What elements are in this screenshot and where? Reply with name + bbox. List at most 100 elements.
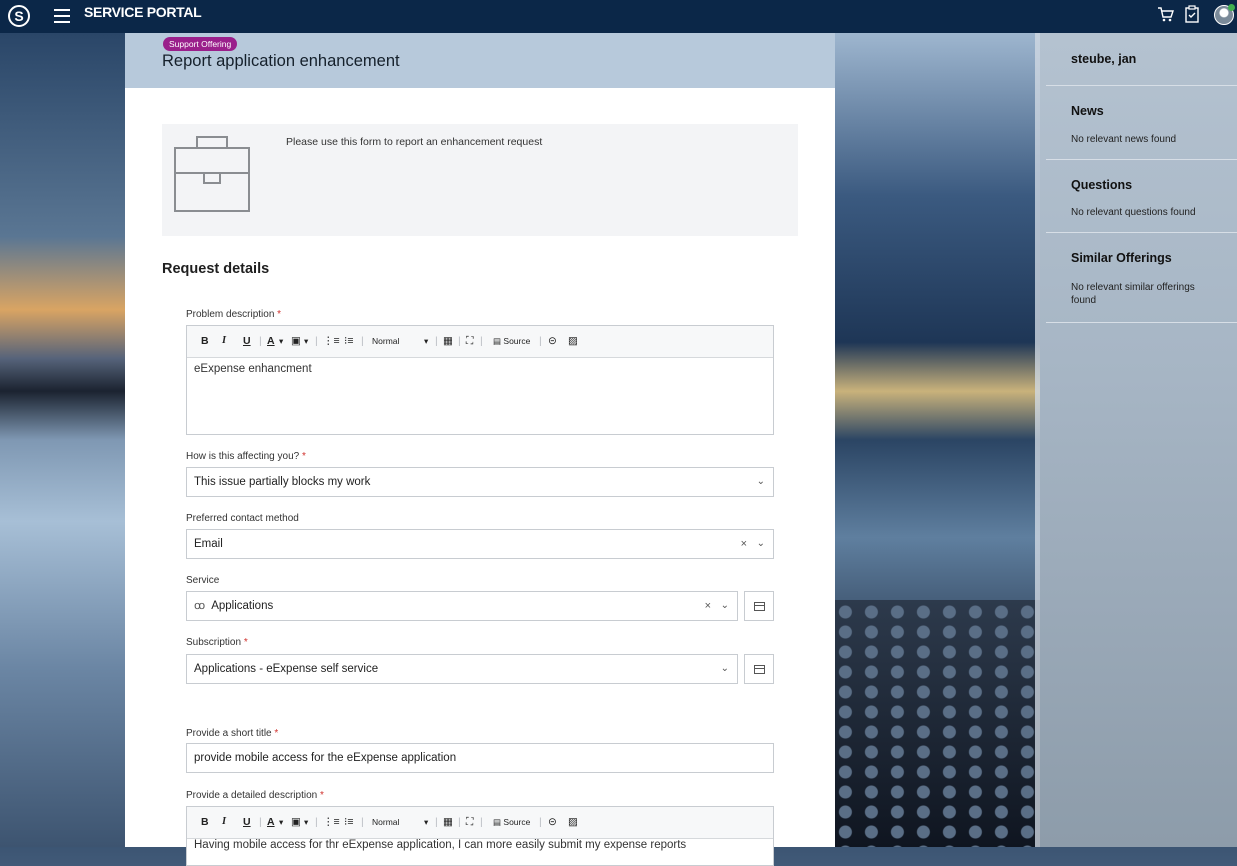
toolbar-separator: |: [435, 335, 438, 347]
problem-description-text[interactable]: eExpense enhancment: [187, 358, 773, 380]
format-dropdown[interactable]: ▾: [424, 817, 428, 828]
link-icon[interactable]: ⊝: [548, 816, 557, 828]
format-select[interactable]: Normal: [372, 336, 399, 346]
cart-icon[interactable]: [1157, 5, 1175, 25]
bulleted-list-icon[interactable]: ⁝≡: [344, 816, 353, 828]
underline-button[interactable]: U: [243, 335, 251, 347]
toolbar-separator: |: [458, 816, 461, 828]
image-icon[interactable]: ▨: [568, 335, 578, 347]
bold-button[interactable]: B: [201, 816, 209, 828]
affecting-label: How is this affecting you? *: [186, 451, 306, 462]
toolbar-separator: |: [539, 335, 542, 347]
text-color-button[interactable]: A: [267, 335, 275, 347]
source-button[interactable]: ▤ Source: [493, 336, 530, 347]
page-title: Report application enhancement: [162, 52, 400, 70]
italic-button[interactable]: I: [222, 335, 226, 346]
toolbar-separator: |: [480, 816, 483, 828]
detailed-description-label: Provide a detailed description *: [186, 790, 324, 801]
panel-separator: [1046, 232, 1237, 233]
problem-description-label: Problem description *: [186, 309, 282, 320]
subscription-lookup-button[interactable]: [744, 654, 774, 684]
list-icon: [754, 602, 765, 611]
background-color-icon[interactable]: ▣: [291, 335, 301, 347]
numbered-list-icon[interactable]: ⋮≡: [323, 816, 340, 828]
format-dropdown[interactable]: ▾: [424, 336, 428, 347]
contact-select[interactable]: Email × ⌄: [186, 529, 774, 559]
background-rocks: [835, 600, 1040, 847]
table-icon[interactable]: ▦: [443, 335, 453, 347]
similar-offerings-heading: Similar Offerings: [1071, 251, 1172, 265]
service-lookup-button[interactable]: [744, 591, 774, 621]
short-title-input[interactable]: provide mobile access for the eExpense a…: [186, 743, 774, 773]
toolbar-separator: |: [361, 816, 364, 828]
similar-offerings-text: No relevant similar offerings found: [1071, 282, 1195, 306]
italic-button[interactable]: I: [222, 816, 226, 827]
editor-toolbar: B I U | A ▾ ▣ ▾ | ⋮≡ ⁝≡ | Normal ▾ | ▦ |…: [187, 807, 773, 839]
toolbar-separator: |: [259, 816, 262, 828]
background-color-dropdown[interactable]: ▾: [304, 336, 308, 347]
chevron-down-icon[interactable]: ⌄: [721, 592, 729, 620]
questions-text: No relevant questions found: [1071, 207, 1196, 218]
user-name[interactable]: steube, jan: [1071, 52, 1136, 66]
numbered-list-icon[interactable]: ⋮≡: [323, 335, 340, 347]
contact-label: Preferred contact method: [186, 513, 299, 524]
format-select[interactable]: Normal: [372, 817, 399, 827]
image-icon[interactable]: ▨: [568, 816, 578, 828]
logo-icon[interactable]: S: [8, 5, 30, 27]
toolbar-separator: |: [361, 335, 364, 347]
chevron-down-icon[interactable]: ⌄: [721, 655, 729, 683]
subscription-select[interactable]: Applications - eExpense self service ⌄: [186, 654, 738, 684]
clear-icon[interactable]: ×: [741, 530, 747, 558]
background-left: [0, 33, 125, 847]
short-title-label: Provide a short title *: [186, 728, 279, 739]
background-color-icon[interactable]: ▣: [291, 816, 301, 828]
section-title: Request details: [162, 261, 270, 277]
presence-indicator: [1228, 4, 1235, 11]
underline-button[interactable]: U: [243, 816, 251, 828]
news-text: No relevant news found: [1071, 134, 1177, 145]
bulleted-list-icon[interactable]: ⁝≡: [344, 335, 353, 347]
service-select[interactable]: ꝏ Applications × ⌄: [186, 591, 738, 621]
portal-brand[interactable]: SERVICE PORTAL: [84, 4, 202, 20]
maximize-icon[interactable]: ⛶: [466, 816, 473, 829]
maximize-icon[interactable]: ⛶: [466, 335, 473, 348]
subscription-value: Applications - eExpense self service: [194, 663, 379, 675]
news-heading: News: [1071, 104, 1104, 118]
clear-icon[interactable]: ×: [705, 592, 711, 620]
table-icon[interactable]: ▦: [443, 816, 453, 828]
toolbar-separator: |: [435, 816, 438, 828]
detailed-description-editor[interactable]: B I U | A ▾ ▣ ▾ | ⋮≡ ⁝≡ | Normal ▾ | ▦ |…: [186, 806, 774, 866]
text-color-dropdown[interactable]: ▾: [279, 817, 283, 828]
text-color-dropdown[interactable]: ▾: [279, 336, 283, 347]
clipboard-icon[interactable]: [1183, 5, 1201, 25]
contact-value: Email: [194, 538, 223, 550]
panel-separator: [1046, 322, 1237, 323]
chevron-down-icon[interactable]: ⌄: [757, 468, 765, 496]
list-icon: [754, 665, 765, 674]
text-color-button[interactable]: A: [267, 816, 275, 828]
link-icon[interactable]: ⊝: [548, 335, 557, 347]
panel-separator: [1046, 159, 1237, 160]
toolbar-separator: |: [458, 335, 461, 347]
toolbar-separator: |: [480, 335, 483, 347]
affecting-select[interactable]: This issue partially blocks my work ⌄: [186, 467, 774, 497]
offering-badge: Support Offering: [163, 37, 238, 51]
right-panel-background: [1040, 33, 1237, 847]
toolbar-separator: |: [259, 335, 262, 347]
problem-description-editor[interactable]: B I U | A ▾ ▣ ▾ | ⋮≡ ⁝≡ | Normal ▾ | ▦ |…: [186, 325, 774, 435]
menu-icon[interactable]: [54, 9, 70, 23]
top-navigation-bar: S SERVICE PORTAL: [0, 0, 1237, 33]
affecting-value: This issue partially blocks my work: [194, 476, 371, 488]
intro-text: Please use this form to report an enhanc…: [286, 136, 543, 148]
background-color-dropdown[interactable]: ▾: [304, 817, 308, 828]
service-icon: ꝏ: [194, 600, 206, 612]
detailed-description-text[interactable]: Having mobile access for thr eExpense ap…: [187, 839, 773, 856]
editor-toolbar: B I U | A ▾ ▣ ▾ | ⋮≡ ⁝≡ | Normal ▾ | ▦ |…: [187, 326, 773, 358]
questions-heading: Questions: [1071, 178, 1133, 192]
source-button[interactable]: ▤ Source: [493, 817, 530, 828]
short-title-value: provide mobile access for the eExpense a…: [194, 752, 457, 764]
chevron-down-icon[interactable]: ⌄: [757, 530, 765, 558]
toolbar-separator: |: [315, 335, 318, 347]
bold-button[interactable]: B: [201, 335, 209, 347]
briefcase-icon: [174, 135, 250, 212]
